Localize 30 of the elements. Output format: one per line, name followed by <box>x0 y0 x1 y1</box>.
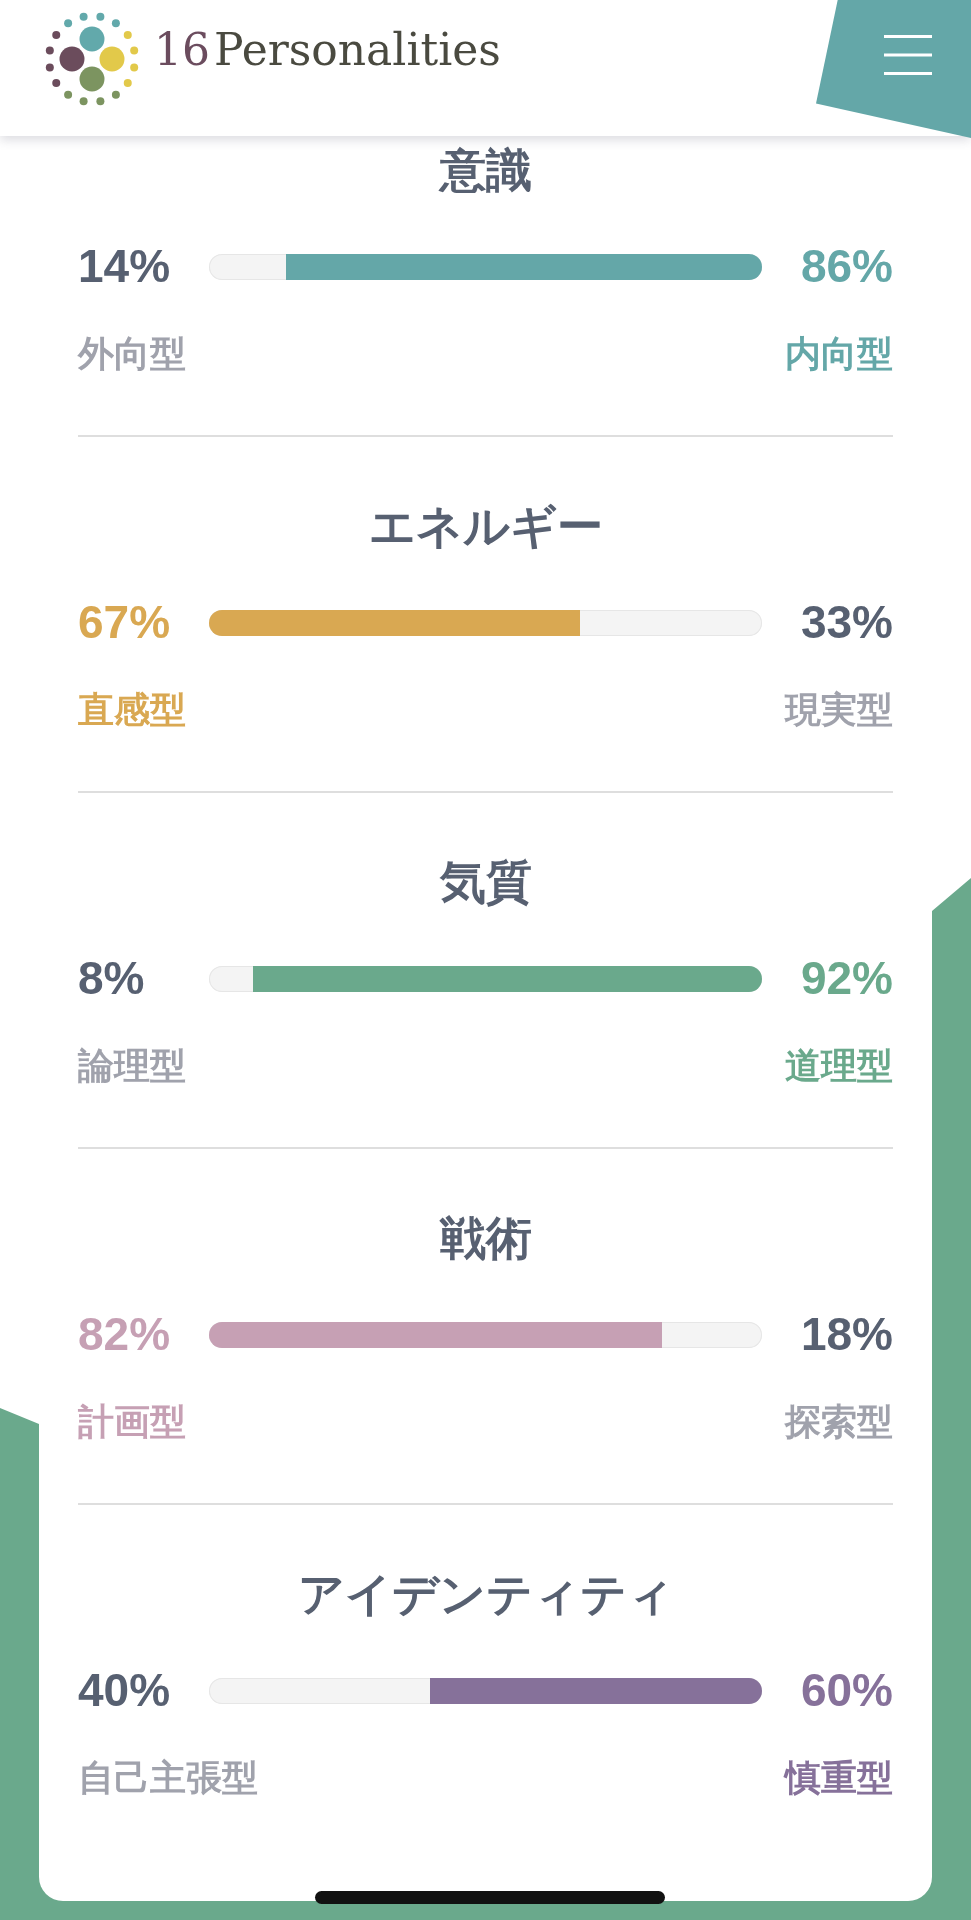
trait-label: 外向型 <box>78 334 186 374</box>
section-title: 気質 <box>438 857 533 907</box>
trait-percent: 18% <box>799 1308 893 1361</box>
trait-percent: 40% <box>78 1664 172 1717</box>
trait-percent: 92% <box>799 952 893 1005</box>
trait-label: 自己主張型 <box>78 1758 258 1798</box>
section-title: 戦術 <box>438 1213 533 1263</box>
section-title: アイデンティティ <box>296 1569 675 1619</box>
trait-percent: 8% <box>78 952 146 1005</box>
trait-label: 現実型 <box>785 690 893 730</box>
trait-percent: 14% <box>78 240 172 293</box>
menu-button[interactable] <box>816 0 971 138</box>
trait-label: 直感型 <box>78 690 186 730</box>
section-title: 意識 <box>437 145 533 195</box>
trait-percent: 60% <box>799 1664 893 1717</box>
trait-label: 計画型 <box>78 1402 186 1442</box>
trait-percent: 33% <box>799 596 893 649</box>
trait-label: 論理型 <box>78 1046 186 1086</box>
trait-label: 探索型 <box>785 1402 893 1442</box>
trait-label: 慎重型 <box>785 1758 893 1798</box>
trait-percent: 82% <box>78 1308 172 1361</box>
section-title: エネルギー <box>367 501 604 551</box>
trait-percent: 86% <box>799 240 893 293</box>
trait-label: 道理型 <box>785 1046 893 1086</box>
trait-label: 内向型 <box>785 334 893 374</box>
logo-icon[interactable] <box>44 11 140 107</box>
menu-icon <box>884 35 932 75</box>
trait-percent: 67% <box>78 596 172 649</box>
logo-number: 16 <box>154 24 210 75</box>
logo-name: Personalities <box>214 24 501 75</box>
